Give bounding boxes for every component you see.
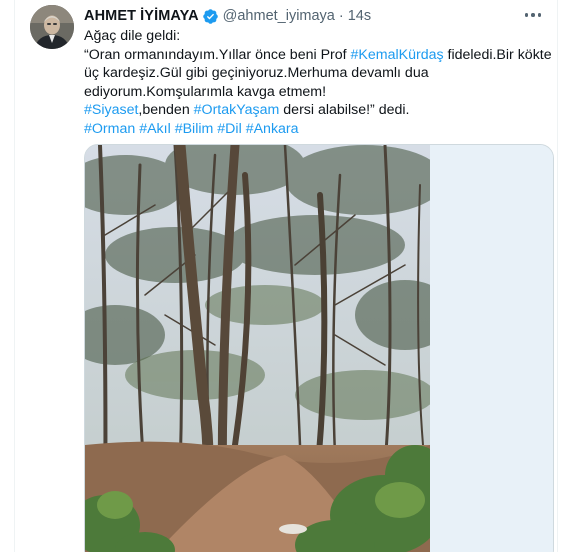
verified-badge-icon bbox=[202, 8, 219, 25]
tweet-header: AHMET İYİMAYA @ahmet_iyimaya · 14s bbox=[84, 6, 371, 26]
tweet[interactable]: AHMET İYİMAYA @ahmet_iyimaya · 14s Ağaç … bbox=[14, 0, 557, 552]
hashtag-link[interactable]: #Siyaset bbox=[84, 102, 138, 118]
separator-dot: · bbox=[338, 8, 344, 24]
forest-photo[interactable] bbox=[85, 145, 430, 552]
hashtag-link[interactable]: #KemalKürdaş bbox=[351, 47, 444, 63]
avatar-photo-icon bbox=[30, 5, 74, 49]
avatar[interactable] bbox=[30, 5, 74, 49]
tweet-text-line: #Siyaset,benden #OrtakYaşam dersi alabil… bbox=[84, 101, 544, 120]
hashtag-link[interactable]: #OrtakYaşam bbox=[194, 102, 280, 118]
text-segment: “Oran ormanındayım.Yıllar önce beni Prof bbox=[84, 46, 351, 63]
tweet-text-line: “Oran ormanındayım.Yıllar önce beni Prof… bbox=[84, 46, 552, 65]
more-icon[interactable] bbox=[522, 6, 544, 24]
hashtag-link[interactable]: #Akıl bbox=[139, 121, 171, 137]
tweet-timestamp[interactable]: 14s bbox=[348, 8, 371, 24]
tweet-media[interactable] bbox=[84, 144, 554, 552]
hashtag-link[interactable]: #Orman bbox=[84, 121, 135, 137]
text-segment: ,benden bbox=[138, 102, 194, 118]
tweet-text: Ağaç dile geldi: “Oran ormanındayım.Yıll… bbox=[84, 27, 552, 139]
text-segment: dersi alabilse!” dedi. bbox=[279, 102, 410, 118]
hashtag-line: #Orman #Akıl #Bilim #Dil #Ankara bbox=[84, 120, 544, 139]
hashtag-link[interactable]: #Ankara bbox=[246, 121, 299, 137]
tweet-text-line: ediyorum.Komşularımla kavga etmem! bbox=[84, 83, 327, 100]
author-handle[interactable]: @ahmet_iyimaya bbox=[223, 8, 335, 24]
tweet-text-line: üç kardeşiz.Gül gibi geçiniyoruz.Merhuma… bbox=[84, 65, 429, 81]
hashtag-link[interactable]: #Dil bbox=[217, 121, 241, 137]
hashtag-link[interactable]: #Bilim bbox=[175, 121, 214, 137]
forest-photo-image bbox=[85, 145, 430, 552]
author-name[interactable]: AHMET İYİMAYA bbox=[84, 8, 199, 24]
media-side-panel bbox=[430, 145, 553, 552]
tweet-text-line: Ağaç dile geldi: bbox=[84, 28, 181, 44]
text-segment: fideledi.Bir kökte bbox=[443, 46, 552, 63]
timeline-border-right bbox=[557, 0, 558, 552]
